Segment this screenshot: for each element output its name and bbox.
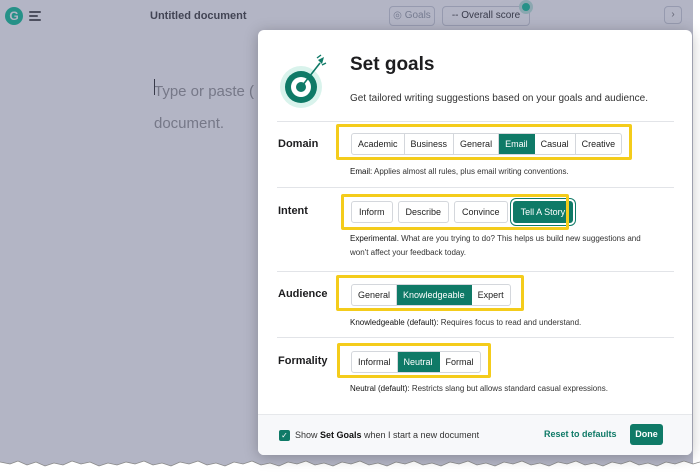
- done-button[interactable]: Done: [630, 424, 663, 445]
- audience-description-prefix: Knowledgeable (default):: [350, 318, 439, 327]
- intent-description-text-2: won't affect your feedback today.: [350, 248, 466, 257]
- divider: [277, 187, 674, 188]
- highlight-box: [341, 194, 569, 230]
- divider: [277, 121, 674, 122]
- intent-description-prefix: Experimental.: [350, 234, 399, 243]
- show-label-suffix: when I start a new document: [361, 430, 480, 440]
- highlight-box: [336, 124, 632, 160]
- set-goals-dialog: Set goals Get tailored writing suggestio…: [258, 30, 692, 455]
- intent-description: Experimental. What are you trying to do?…: [350, 232, 641, 260]
- formality-description-text: Restricts slang but allows standard casu…: [409, 384, 608, 393]
- dialog-footer: ✓ Show Set Goals when I start a new docu…: [258, 414, 692, 455]
- modal-title: Set goals: [350, 54, 435, 75]
- formality-label: Formality: [278, 355, 328, 367]
- modal-subtitle: Get tailored writing suggestions based o…: [350, 93, 648, 104]
- show-set-goals-checkbox[interactable]: ✓: [279, 430, 290, 441]
- checkmark-icon: ✓: [281, 431, 288, 440]
- target-arrow-icon: [280, 54, 327, 108]
- show-label-bold: Set Goals: [320, 430, 362, 440]
- divider: [277, 337, 674, 338]
- audience-description-text: Requires focus to read and understand.: [438, 318, 582, 327]
- formality-description-prefix: Neutral (default):: [350, 384, 410, 393]
- domain-description-prefix: Email:: [350, 167, 373, 176]
- intent-description-text: What are you trying to do? This helps us…: [398, 234, 641, 243]
- domain-label: Domain: [278, 138, 319, 150]
- highlight-box: [336, 275, 524, 311]
- formality-description: Neutral (default): Restricts slang but a…: [350, 382, 608, 396]
- highlight-box: [337, 343, 491, 378]
- audience-label: Audience: [278, 288, 328, 300]
- torn-edge-decoration: [0, 460, 700, 475]
- audience-description: Knowledgeable (default): Requires focus …: [350, 316, 581, 330]
- show-label-prefix: Show: [295, 430, 321, 440]
- divider: [277, 271, 674, 272]
- domain-description-text: Applies almost all rules, plus email wri…: [372, 167, 569, 176]
- domain-description: Email: Applies almost all rules, plus em…: [350, 165, 569, 179]
- intent-label: Intent: [278, 205, 308, 217]
- show-set-goals-label[interactable]: Show Set Goals when I start a new docume…: [295, 430, 479, 440]
- reset-to-defaults-button[interactable]: Reset to defaults: [544, 429, 617, 439]
